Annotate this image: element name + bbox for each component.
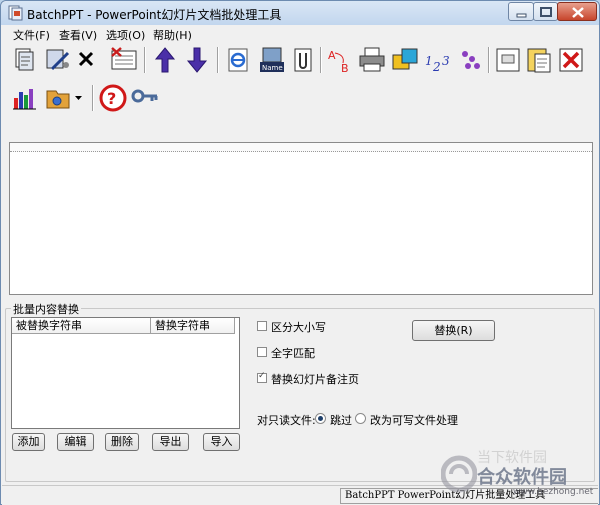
menu-view[interactable]: 查看(V) <box>59 27 97 43</box>
svg-text:2: 2 <box>432 60 441 74</box>
move-up-icon[interactable] <box>150 45 180 75</box>
maximize-icon <box>540 7 552 17</box>
whole-word-checkbox[interactable] <box>257 347 267 357</box>
close-button[interactable] <box>557 2 597 21</box>
skip-radio[interactable] <box>315 413 326 424</box>
close-icon <box>572 7 584 18</box>
case-sensitive-label: 区分大小写 <box>271 321 326 334</box>
maximize-button[interactable] <box>533 2 558 21</box>
menu-options[interactable]: 选项(O) <box>106 27 145 43</box>
replace-notes-checkbox[interactable] <box>257 371 267 383</box>
add-files-icon[interactable] <box>10 45 40 75</box>
scatter-icon[interactable] <box>456 45 486 75</box>
readonly-label: 对只读文件: <box>257 414 316 427</box>
menu-file[interactable]: 文件(F) <box>13 27 50 43</box>
file-list[interactable] <box>9 142 593 295</box>
attach-icon[interactable] <box>288 45 318 75</box>
move-down-icon[interactable] <box>182 45 212 75</box>
svg-text:A: A <box>328 49 336 62</box>
paste-notes-icon[interactable] <box>524 45 554 75</box>
svg-text:3: 3 <box>442 54 450 68</box>
toolbar-separator <box>488 47 490 73</box>
add-folder-icon[interactable] <box>42 45 72 75</box>
replace-button[interactable]: 替换(R) <box>412 320 495 341</box>
app-icon <box>8 5 23 21</box>
minimize-icon <box>516 13 527 18</box>
case-sensitive-checkbox[interactable] <box>257 321 267 331</box>
main-toolbar: Name AB 123 <box>2 43 598 79</box>
app-window: BatchPPT - PowerPoint幻灯片文档批处理工具 文件(F) 查看… <box>0 0 600 505</box>
menu-help[interactable]: 帮助(H) <box>153 27 192 43</box>
file-list-header <box>10 143 592 152</box>
convert-writable-label: 改为可写文件处理 <box>370 414 458 427</box>
toolbar-separator <box>320 47 322 73</box>
svg-text:Name: Name <box>262 64 283 72</box>
svg-text:1: 1 <box>425 54 433 68</box>
status-bar: BatchPPT PowerPoint幻灯片批量处理工具 <box>2 485 598 505</box>
numbering-icon[interactable]: 123 <box>423 45 453 75</box>
chevron-down-icon[interactable] <box>72 83 86 113</box>
ie-icon[interactable] <box>224 45 254 75</box>
menu-bar: 文件(F) 查看(V) 选项(O) 帮助(H) <box>2 25 598 44</box>
print-icon[interactable] <box>357 45 387 75</box>
status-text: BatchPPT PowerPoint幻灯片批量处理工具 <box>340 488 598 504</box>
statistics-icon[interactable] <box>10 83 40 113</box>
replace-group-title: 批量内容替换 <box>11 301 81 317</box>
toolbar-separator <box>144 47 146 73</box>
rename-icon[interactable]: Name <box>257 45 287 75</box>
convert-icon[interactable] <box>390 45 420 75</box>
delete-icon[interactable] <box>556 45 586 75</box>
minimize-button[interactable] <box>508 2 534 21</box>
secondary-toolbar: ? <box>2 81 598 117</box>
edit-button[interactable]: 编辑 <box>57 433 94 451</box>
column-header-find[interactable]: 被替换字符串 <box>12 318 151 334</box>
clear-list-icon[interactable] <box>109 45 139 75</box>
convert-writable-radio[interactable] <box>355 413 366 424</box>
delete-button[interactable]: 删除 <box>105 433 139 451</box>
replace-table[interactable]: 被替换字符串 替换字符串 <box>11 317 240 429</box>
folder-options-icon[interactable] <box>44 83 74 113</box>
toolbar-separator <box>92 85 94 111</box>
key-icon[interactable] <box>130 83 160 113</box>
svg-text:?: ? <box>107 89 116 108</box>
help-icon[interactable]: ? <box>98 83 128 113</box>
window-title: BatchPPT - PowerPoint幻灯片文档批处理工具 <box>27 8 282 22</box>
remove-icon[interactable] <box>72 45 102 75</box>
column-header-replace[interactable]: 替换字符串 <box>151 318 235 334</box>
toolbar-separator <box>217 47 219 73</box>
whole-word-label: 全字匹配 <box>271 347 315 360</box>
document-icon[interactable] <box>493 45 523 75</box>
export-button[interactable]: 导出 <box>152 433 189 451</box>
replace-notes-label: 替换幻灯片备注页 <box>271 373 359 386</box>
import-button[interactable]: 导入 <box>203 433 240 451</box>
skip-label: 跳过 <box>330 414 352 427</box>
replace-text-icon[interactable]: AB <box>325 45 355 75</box>
svg-text:B: B <box>341 62 349 75</box>
add-button[interactable]: 添加 <box>12 433 45 451</box>
title-bar[interactable]: BatchPPT - PowerPoint幻灯片文档批处理工具 <box>1 1 599 25</box>
